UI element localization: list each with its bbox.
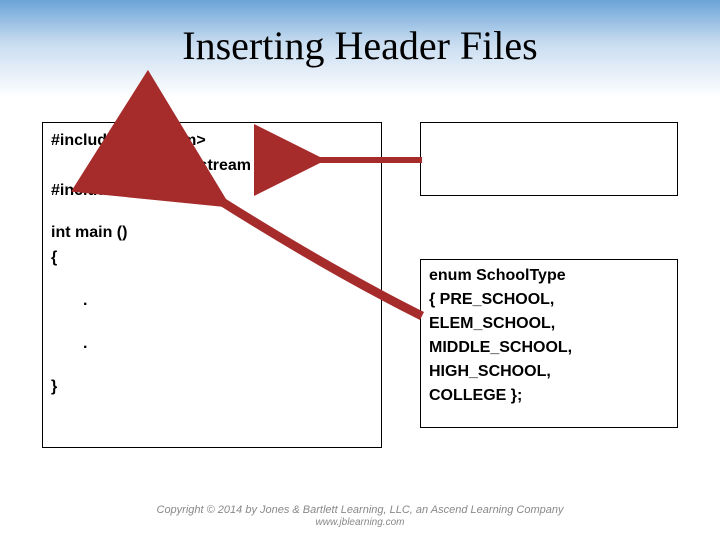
code-line: . [51, 332, 373, 357]
copyright-footer: Copyright © 2014 by Jones & Bartlett Lea… [0, 504, 720, 528]
slide: Inserting Header Files #include <iostrea… [0, 0, 720, 540]
footer-line1: Copyright © 2014 by Jones & Bartlett Lea… [157, 504, 564, 516]
code-line: ELEM_SCHOOL, [429, 312, 669, 336]
blank-line [51, 271, 373, 289]
iostream-content-box [420, 122, 678, 196]
code-line: #include <iostream> [51, 129, 373, 154]
code-line: } [51, 375, 373, 400]
code-line: . [51, 289, 373, 314]
blank-line [51, 203, 373, 221]
code-line: COLLEGE }; [429, 384, 669, 408]
slide-title: Inserting Header Files [0, 0, 720, 69]
code-line: { [51, 246, 373, 271]
blank-line [51, 314, 373, 332]
footer-line2: www.jblearning.com [0, 517, 720, 528]
code-line: MIDDLE_SCHOOL, [429, 336, 669, 360]
school-h-content-box: enum SchoolType { PRE_SCHOOL, ELEM_SCHOO… [420, 259, 678, 428]
code-line: enum SchoolType [429, 264, 669, 288]
code-line: int main () [51, 221, 373, 246]
code-line: HIGH_SCHOOL, [429, 360, 669, 384]
code-line: { PRE_SCHOOL, [429, 288, 669, 312]
blank-line [51, 357, 373, 375]
code-line: // iostream [51, 154, 373, 179]
code-line: #include “school. h” [51, 179, 373, 204]
code-box-main: #include <iostream> // iostream #include… [42, 122, 382, 448]
